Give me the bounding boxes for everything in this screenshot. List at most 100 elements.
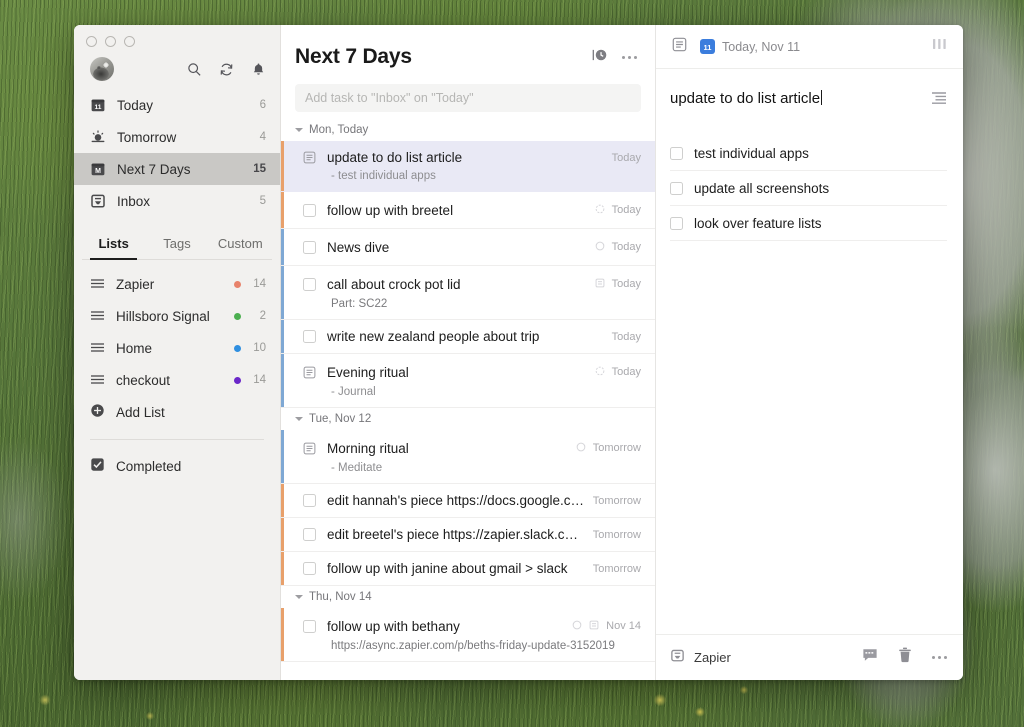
note-document-icon[interactable]	[303, 366, 316, 379]
tab-lists[interactable]: Lists	[82, 229, 145, 260]
minimize-button[interactable]	[105, 36, 116, 47]
list-handle-icon	[90, 309, 105, 324]
note-document-icon[interactable]	[672, 37, 687, 57]
sidebar: 11 Today 6 Tomorrow 4 M Next 7 Days 15 I…	[74, 25, 281, 680]
window-controls[interactable]	[74, 25, 280, 47]
task-checkbox[interactable]	[303, 203, 316, 217]
sidebar-item-next-7-days[interactable]: M Next 7 Days 15	[74, 153, 280, 185]
maximize-button[interactable]	[124, 36, 135, 47]
comment-icon[interactable]	[862, 648, 878, 667]
smart-list-nav: 11 Today 6 Tomorrow 4 M Next 7 Days 15 I…	[74, 89, 280, 217]
task-checkbox[interactable]	[303, 494, 316, 507]
add-list-button[interactable]: Add List	[74, 396, 280, 428]
recurring-icon	[595, 201, 605, 219]
chevron-down-icon	[295, 128, 303, 132]
task-scroll-area[interactable]: Mon, Today update to do list article Tod…	[281, 112, 655, 680]
day-group-header[interactable]: Tue, Nov 12	[281, 408, 655, 430]
day-group-header[interactable]: Thu, Nov 14	[281, 586, 655, 608]
sidebar-item-inbox[interactable]: Inbox 5	[74, 185, 280, 217]
chevron-down-icon	[295, 417, 303, 421]
list-item[interactable]: test individual apps	[670, 136, 947, 171]
task-checkbox[interactable]	[303, 330, 316, 343]
table-row[interactable]: News dive Today	[281, 229, 655, 266]
table-row[interactable]: Morning ritual Tomorrow - Meditate	[281, 430, 655, 484]
sidebar-item-today[interactable]: 11 Today 6	[74, 89, 280, 121]
close-button[interactable]	[86, 36, 97, 47]
sidebar-item-inbox-count: 5	[259, 195, 266, 207]
list-item[interactable]: update all screenshots	[670, 171, 947, 206]
description-lines-icon[interactable]	[931, 91, 947, 110]
list-handle-icon	[90, 373, 105, 388]
list-accent-bar	[281, 229, 284, 265]
task-checkbox[interactable]	[303, 240, 316, 254]
add-task-input[interactable]: Add task to "Inbox" on "Today"	[295, 84, 641, 112]
task-title: Evening ritual	[327, 364, 409, 380]
task-due-date-chip[interactable]: 11 Today, Nov 11	[700, 39, 800, 54]
task-list-name: Zapier	[694, 650, 731, 665]
task-list-panel: Next 7 Days Add task to "Inbox" on "Toda…	[281, 25, 656, 680]
svg-text:M: M	[95, 168, 101, 175]
list-item[interactable]: checkout 14	[74, 364, 280, 396]
more-options-icon[interactable]	[932, 656, 947, 659]
tab-tags[interactable]: Tags	[145, 229, 208, 259]
task-subtitle: - Meditate	[331, 462, 383, 474]
list-item[interactable]: Zapier 14	[74, 268, 280, 300]
more-options-icon[interactable]	[622, 55, 637, 59]
trash-icon[interactable]	[898, 647, 912, 668]
desktop-background: 11 Today 6 Tomorrow 4 M Next 7 Days 15 I…	[0, 0, 1024, 727]
note-document-icon[interactable]	[303, 151, 316, 164]
table-row[interactable]: call about crock pot lid Today Part: SC2…	[281, 266, 655, 320]
task-meta: Tomorrow	[593, 563, 641, 575]
recurring-icon	[595, 363, 605, 381]
task-title-input[interactable]: update to do list article	[670, 89, 931, 109]
completed-label: Completed	[116, 458, 182, 474]
add-task-placeholder: Add task to "Inbox" on "Today"	[305, 91, 474, 105]
task-detail-footer-icons	[862, 647, 947, 668]
sidebar-item-next-7-days-label: Next 7 Days	[117, 161, 191, 177]
sidebar-item-tomorrow-count: 4	[259, 131, 266, 143]
task-checkbox[interactable]	[303, 562, 316, 575]
priority-bars-icon[interactable]	[932, 38, 947, 56]
search-icon[interactable]	[187, 62, 202, 77]
list-color-dot	[234, 376, 241, 384]
task-checkbox[interactable]	[303, 277, 316, 291]
task-checkbox[interactable]	[303, 528, 316, 541]
task-checkbox[interactable]	[303, 619, 316, 633]
list-item-label: Hillsboro Signal	[116, 308, 210, 324]
avatar[interactable]	[90, 57, 114, 81]
table-row[interactable]: follow up with breetel Today	[281, 192, 655, 229]
subtask-checkbox[interactable]	[670, 146, 683, 160]
subtask-checkbox[interactable]	[670, 216, 683, 230]
notifications-bell-icon[interactable]	[251, 62, 266, 77]
table-row[interactable]: edit breetel's piece https://zapier.slac…	[281, 518, 655, 552]
subtask-label: update all screenshots	[694, 180, 830, 196]
note-document-icon[interactable]	[303, 442, 316, 455]
subtask-checkbox[interactable]	[670, 181, 683, 195]
list-accent-bar	[281, 518, 284, 551]
sidebar-item-completed[interactable]: Completed	[74, 450, 280, 482]
list-item[interactable]: Home 10	[74, 332, 280, 364]
table-row[interactable]: Evening ritual Today - Journal	[281, 354, 655, 408]
list-inbox-icon[interactable]	[670, 648, 685, 668]
table-row[interactable]: edit hannah's piece https://docs.google.…	[281, 484, 655, 518]
sidebar-item-tomorrow-label: Tomorrow	[117, 129, 177, 145]
table-row[interactable]: follow up with bethany Nov 14 https://as…	[281, 608, 655, 662]
sync-icon[interactable]	[219, 62, 234, 77]
recurring-icon	[576, 439, 586, 457]
task-date: Tomorrow	[592, 442, 641, 454]
history-clock-icon[interactable]	[592, 47, 608, 68]
list-item[interactable]: look over feature lists	[670, 206, 947, 241]
list-accent-bar	[281, 266, 284, 319]
list-item[interactable]: Hillsboro Signal 2	[74, 300, 280, 332]
task-meta: Today	[595, 363, 641, 381]
day-group-header[interactable]: Mon, Today	[281, 119, 655, 141]
table-row[interactable]: write new zealand people about trip Toda…	[281, 320, 655, 354]
calendar-month-icon: M	[90, 161, 106, 177]
tab-custom[interactable]: Custom	[209, 229, 272, 259]
list-item-label: checkout	[116, 372, 171, 388]
task-title: follow up with bethany	[327, 618, 460, 634]
table-row[interactable]: update to do list article Today - test i…	[281, 141, 655, 192]
sidebar-item-tomorrow[interactable]: Tomorrow 4	[74, 121, 280, 153]
table-row[interactable]: follow up with janine about gmail > slac…	[281, 552, 655, 586]
list-item-label: Home	[116, 340, 153, 356]
